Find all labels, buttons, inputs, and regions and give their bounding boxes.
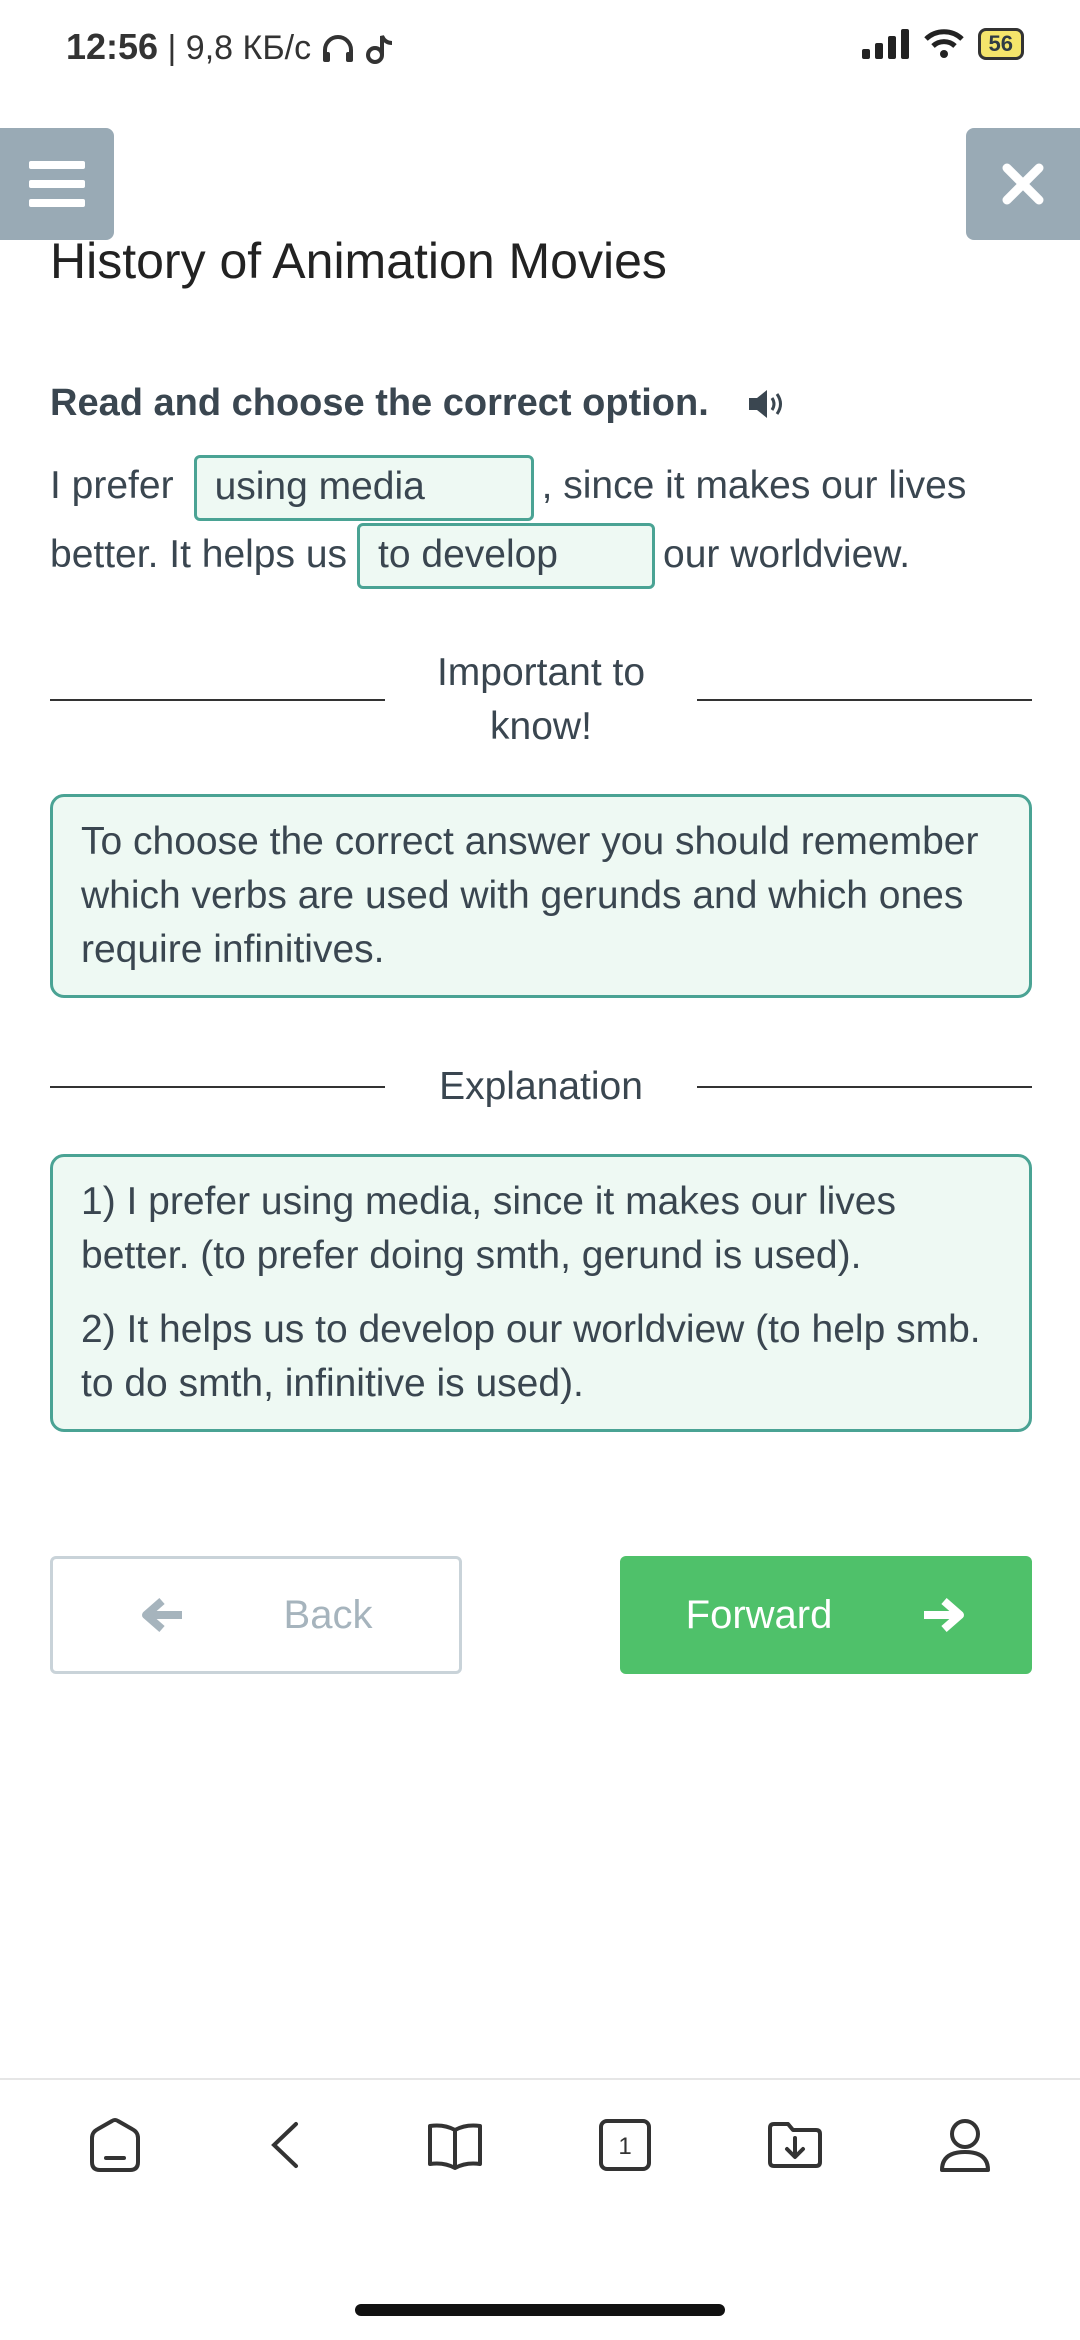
gap-1-answer[interactable]: using media [193,454,534,521]
divider-line [50,1086,385,1088]
wifi-icon [923,29,964,58]
status-time: 12:56 | 9,8 КБ/с [66,26,395,68]
divider-line [697,1086,1032,1088]
back-button[interactable]: Back [50,1556,462,1674]
important-heading: Important to know! [436,651,646,748]
speaker-icon[interactable] [747,387,787,421]
home-indicator[interactable] [355,2304,725,2316]
nav-home[interactable] [70,2100,160,2190]
nav-profile[interactable] [920,2100,1010,2190]
menu-button[interactable] [0,128,114,240]
divider-line [50,699,385,701]
sentence-part-1: I prefer [50,464,174,507]
instruction: Read and choose the correct option. [50,382,787,425]
explanation-box: 1) I prefer using media, since it makes … [50,1154,1032,1432]
explanation-item-2: 2) It helps us to develop our worldview … [81,1308,981,1405]
arrow-right-icon [924,1597,965,1633]
profile-icon [940,2119,990,2172]
downloads-folder-icon [768,2122,822,2168]
book-icon [428,2123,482,2170]
home-icon [90,2118,140,2172]
back-label: Back [283,1592,373,1637]
network-speed: | 9,8 КБ/с [158,29,312,67]
explanation-heading: Explanation [439,1065,643,1108]
tabs-icon: 1 [599,2119,651,2171]
status-bar: 12:56 | 9,8 КБ/с 56 [0,0,1080,100]
tiktok-icon [366,35,393,65]
sentence-part-3: our worldview. [663,532,911,576]
close-icon [1002,163,1044,205]
forward-button[interactable]: Forward [620,1556,1032,1674]
signal-icon [861,29,909,59]
hamburger-icon [29,161,85,207]
battery-indicator: 56 [977,28,1024,60]
status-icons: 56 [861,28,1024,60]
explanation-item-1: 1) I prefer using media, since it makes … [81,1180,897,1277]
important-box: To choose the correct answer you should … [50,794,1032,998]
battery-level: 56 [988,31,1013,56]
nav-back[interactable] [240,2100,330,2190]
nav-downloads[interactable] [750,2100,840,2190]
important-divider: Important to know! [50,646,1032,754]
tabs-count: 1 [618,2133,631,2160]
clock: 12:56 [66,26,159,67]
close-button[interactable] [966,128,1080,240]
divider-line [697,699,1032,701]
back-arrow-icon [271,2122,298,2168]
bottom-nav: 1 [0,2078,1080,2210]
nav-tabs[interactable]: 1 [580,2100,670,2190]
headphones-icon [323,35,354,63]
arrow-left-icon [141,1597,182,1633]
exercise-sentence: I prefer using media, since it makes our … [50,452,1040,590]
explanation-divider: Explanation [50,1060,1032,1114]
nav-bookmarks[interactable] [410,2100,500,2190]
gap-2-answer[interactable]: to develop [357,523,656,590]
page-title: History of Animation Movies [50,233,667,289]
important-text: To choose the correct answer you should … [81,820,979,971]
forward-label: Forward [685,1592,833,1637]
instruction-text: Read and choose the correct option. [50,382,709,424]
